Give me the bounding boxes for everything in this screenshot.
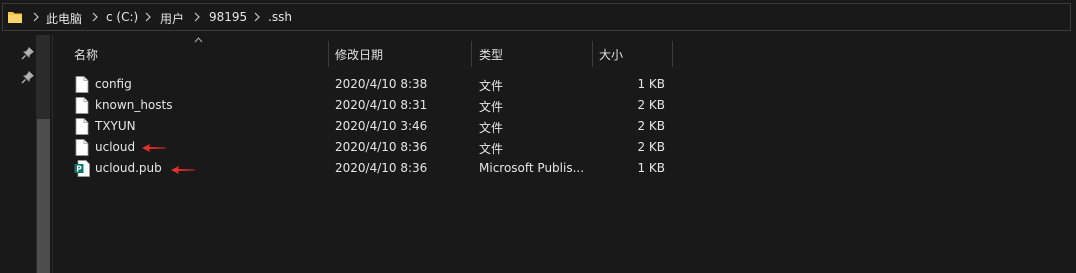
file-type: 文件 [479,79,504,93]
column-divider[interactable] [471,41,472,67]
breadcrumb-this-pc[interactable]: 此电脑 [46,10,82,27]
file-icon [75,76,89,93]
file-icon [75,118,89,135]
column-divider[interactable] [592,41,593,67]
file-icon [75,97,89,114]
file-name: config [95,77,132,91]
sort-ascending-icon [194,37,203,43]
breadcrumb-c-drive[interactable]: c (C:) [106,10,138,24]
address-bar: 此电脑 c (C:) 用户 98195 .ssh [0,0,1076,35]
file-type: 文件 [479,100,504,114]
breadcrumb-ssh[interactable]: .ssh [268,10,292,24]
chevron-right-icon[interactable] [193,12,201,22]
folder-icon [8,12,22,23]
file-row[interactable]: ucloud 2020/4/10 8:36 文件 2 KB [67,137,677,158]
red-arrow-annotation-icon [171,166,195,174]
breadcrumb-users[interactable]: 用户 [160,10,184,27]
address-box[interactable]: 此电脑 c (C:) 用户 98195 .ssh [2,3,1071,31]
file-row[interactable]: P ucloud.pub 2020/4/10 8:36 Microsoft Pu… [67,158,677,179]
file-date: 2020/4/10 8:36 [335,140,428,154]
red-arrow-annotation-icon [142,144,166,152]
file-row[interactable]: TXYUN 2020/4/10 3:46 文件 2 KB [67,116,677,137]
file-type: 文件 [479,142,504,156]
column-divider[interactable] [328,41,329,67]
file-row[interactable]: config 2020/4/10 8:38 文件 1 KB [67,74,677,95]
file-row[interactable]: known_hosts 2020/4/10 8:31 文件 2 KB [67,95,677,116]
navigation-pane [0,35,53,273]
file-size: 2 KB [637,140,665,154]
column-type[interactable]: 类型 [479,46,503,63]
file-size: 1 KB [637,77,665,91]
file-size: 2 KB [637,98,665,112]
column-header: 名称 修改日期 类型 大小 [53,35,1076,67]
file-type: Microsoft Publis... [479,161,585,175]
file-list: 名称 修改日期 类型 大小 config 2020/4/10 8:38 文件 1… [53,35,1076,273]
file-name: known_hosts [95,98,173,112]
file-date: 2020/4/10 8:38 [335,77,428,91]
file-date: 2020/4/10 8:31 [335,98,428,112]
file-name: ucloud.pub [95,161,162,175]
file-size: 1 KB [637,161,665,175]
chevron-right-icon[interactable] [32,12,40,22]
file-name: ucloud [95,140,136,154]
column-name[interactable]: 名称 [74,46,98,63]
chevron-right-icon[interactable] [253,12,261,22]
column-date[interactable]: 修改日期 [335,46,383,63]
file-date: 2020/4/10 3:46 [335,119,428,133]
nav-scrollbar-thumb[interactable] [37,119,50,273]
svg-text:P: P [76,164,82,173]
column-divider[interactable] [672,41,673,67]
chevron-right-icon[interactable] [144,12,152,22]
column-size[interactable]: 大小 [599,46,623,63]
file-date: 2020/4/10 8:36 [335,161,428,175]
file-size: 2 KB [637,119,665,133]
breadcrumb-user-folder[interactable]: 98195 [209,10,247,24]
publisher-file-icon: P [74,160,90,177]
file-type: 文件 [479,121,504,135]
file-icon [75,139,89,156]
pin-icon[interactable] [21,46,35,60]
chevron-right-icon[interactable] [91,12,99,22]
pin-icon[interactable] [21,70,35,84]
file-name: TXYUN [95,119,136,133]
